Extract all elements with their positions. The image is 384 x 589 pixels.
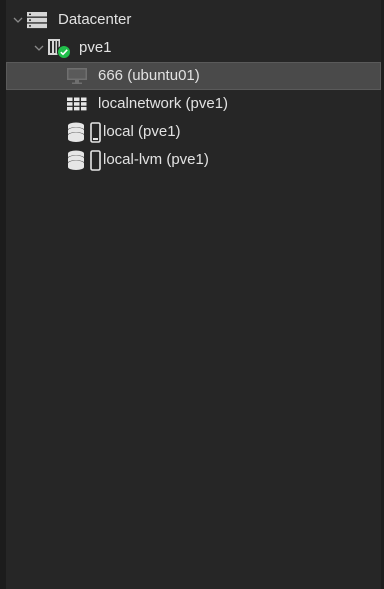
tree-item-storage-local-lvm[interactable]: local-lvm (pve1) xyxy=(6,146,381,174)
resource-tree: Datacenter pve1 666 (ubuntu01) localnetw… xyxy=(6,6,381,174)
chevron-down-icon[interactable] xyxy=(33,42,45,54)
tree-item-label: localnetwork (pve1) xyxy=(98,95,229,112)
tree-item-label: Datacenter xyxy=(58,11,132,28)
tree-item-node-pve1[interactable]: pve1 xyxy=(6,34,381,62)
tree-item-storage-local[interactable]: local (pve1) xyxy=(6,118,381,146)
tree-item-label: 666 (ubuntu01) xyxy=(98,67,200,84)
resource-tree-panel: Datacenter pve1 666 (ubuntu01) localnetw… xyxy=(0,0,384,589)
storage-icon xyxy=(67,122,103,143)
network-grid-icon xyxy=(66,97,88,111)
storage-icon xyxy=(67,150,103,171)
tree-item-datacenter[interactable]: Datacenter xyxy=(6,6,381,34)
tree-item-vm-666[interactable]: 666 (ubuntu01) xyxy=(6,62,381,90)
tree-item-label: local (pve1) xyxy=(103,123,181,140)
tree-item-label: local-lvm (pve1) xyxy=(103,151,209,168)
monitor-icon xyxy=(66,67,88,85)
server-rack-icon xyxy=(26,11,48,29)
tree-item-localnetwork[interactable]: localnetwork (pve1) xyxy=(6,90,381,118)
chevron-down-icon[interactable] xyxy=(12,14,24,26)
check-circle-icon xyxy=(57,45,71,59)
tree-item-label: pve1 xyxy=(79,39,112,56)
